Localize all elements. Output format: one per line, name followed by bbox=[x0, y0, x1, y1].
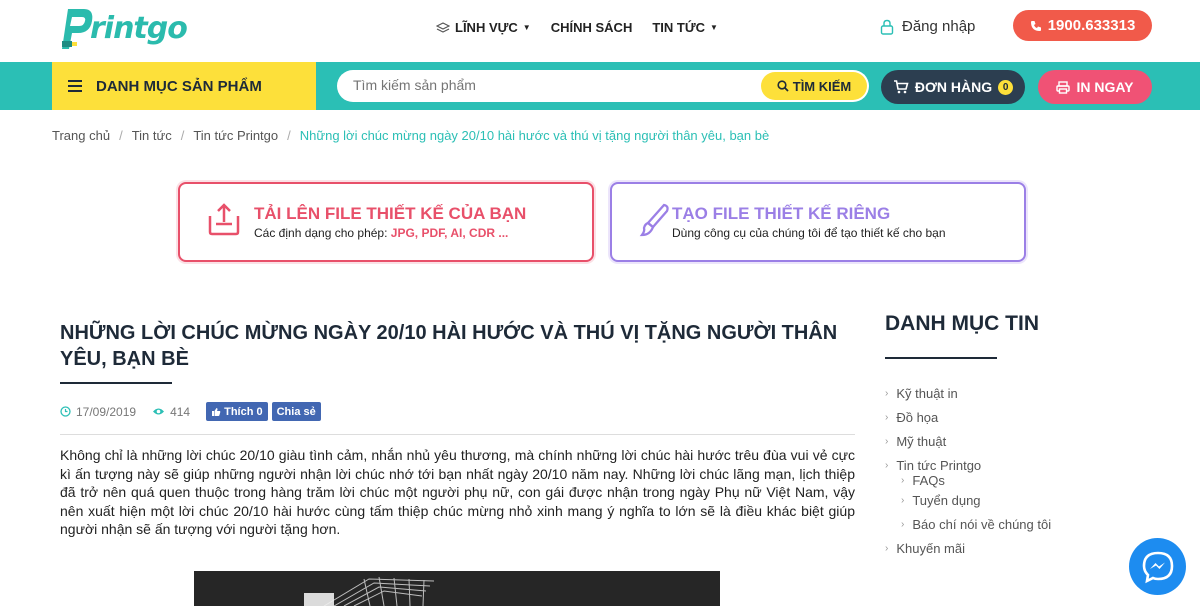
news-category-list: › Kỹ thuật in › Đồ họa › Mỹ thuật › Tin tức … bbox=[885, 381, 1051, 560]
sidebar-title-underline bbox=[885, 357, 997, 359]
create-design-subtitle: Dùng công cụ của chúng tôi để tạo thiết … bbox=[672, 226, 946, 240]
breadcrumb-current: Những lời chúc mừng ngày 20/10 hài hước … bbox=[299, 128, 770, 143]
create-design-title: TẠO FILE THIẾT KẾ RIÊNG bbox=[672, 204, 891, 223]
search-button-label: TÌM KIẾM bbox=[792, 78, 852, 94]
search-input[interactable] bbox=[353, 77, 753, 93]
sidebar-item-label: Tin tức Printgo bbox=[896, 457, 982, 473]
search-bar: TÌM KIẾM bbox=[337, 70, 869, 102]
login-link[interactable]: Đăng nhập bbox=[880, 18, 975, 35]
sidebar-title: DANH MỤC TIN bbox=[885, 312, 1039, 335]
search-button[interactable]: TÌM KIẾM bbox=[761, 72, 867, 100]
nav-label: TIN TỨC bbox=[652, 20, 706, 35]
breadcrumb-separator: / bbox=[287, 128, 291, 143]
sidebar-item-label: Kỹ thuật in bbox=[896, 385, 958, 401]
sidebar-item-ky-thuat-in[interactable]: › Kỹ thuật in bbox=[885, 381, 1051, 405]
breadcrumb-printgo-news[interactable]: Tin tức Printgo bbox=[193, 128, 278, 143]
breadcrumb-separator: / bbox=[119, 128, 123, 143]
orders-button[interactable]: ĐƠN HÀNG 0 bbox=[881, 70, 1025, 104]
cart-icon bbox=[893, 80, 909, 94]
upload-design-title: TẢI LÊN FILE THIẾT KẾ CỦA BẠN bbox=[254, 204, 527, 223]
article-date: 17/09/2019 bbox=[60, 405, 136, 419]
upload-formats: JPG, PDF, AI, CDR ... bbox=[390, 226, 509, 240]
article-views-count: 414 bbox=[170, 404, 191, 419]
nav-chinh-sach[interactable]: CHÍNH SÁCH bbox=[551, 20, 633, 35]
sidebar-item-label: Khuyến mãi bbox=[896, 540, 965, 556]
sidebar-item-bao-chi[interactable]: › Báo chí nói về chúng tôi bbox=[885, 513, 1051, 537]
sidebar-item-tuyen-dung[interactable]: › Tuyển dụng bbox=[885, 489, 1051, 513]
search-icon bbox=[777, 80, 789, 92]
hotline-number: 1900.633313 bbox=[1047, 17, 1136, 34]
phone-icon bbox=[1030, 20, 1041, 31]
nav-label: CHÍNH SÁCH bbox=[550, 20, 633, 35]
messenger-chat-button[interactable] bbox=[1129, 538, 1186, 595]
breadcrumb-separator: / bbox=[180, 128, 185, 143]
upload-design-card[interactable]: TẢI LÊN FILE THIẾT KẾ CỦA BẠN Các định d… bbox=[178, 182, 594, 262]
article-meta: 17/09/2019 414 Thích 0 Chia sẻ bbox=[60, 402, 321, 421]
nav-label: LĨNH VỰC bbox=[455, 20, 518, 35]
sidebar-item-label: Tuyển dụng bbox=[912, 493, 981, 509]
sidebar-item-do-hoa[interactable]: › Đồ họa bbox=[885, 405, 1051, 429]
printer-icon bbox=[1056, 80, 1071, 94]
breadcrumb-home[interactable]: Trang chủ bbox=[52, 128, 110, 143]
sidebar-item-label: Báo chí nói về chúng tôi bbox=[912, 516, 1052, 532]
breadcrumb: Trang chủ / Tin tức / Tin tức Printgo / … bbox=[52, 128, 769, 143]
lock-icon bbox=[880, 19, 894, 35]
article-image bbox=[194, 571, 720, 606]
chevron-right-icon: › bbox=[901, 518, 905, 530]
upload-design-subtitle: Các định dạng cho phép: JPG, PDF, AI, CD… bbox=[254, 226, 508, 240]
facebook-like-label: Thích 0 bbox=[224, 405, 263, 418]
create-design-card[interactable]: TẠO FILE THIẾT KẾ RIÊNG Dùng công cụ của… bbox=[610, 182, 1026, 262]
article-views: 414 bbox=[152, 405, 190, 419]
chevron-right-icon: › bbox=[885, 387, 889, 399]
brush-icon bbox=[639, 203, 669, 237]
chevron-right-icon: › bbox=[901, 474, 905, 486]
chevron-right-icon: › bbox=[885, 459, 889, 471]
article-divider bbox=[60, 434, 855, 435]
print-now-button[interactable]: IN NGAY bbox=[1038, 70, 1152, 104]
clock-icon bbox=[60, 406, 71, 417]
top-navigation: LĨNH VỰC ▼ CHÍNH SÁCH TIN TỨC ▼ bbox=[436, 20, 718, 35]
facebook-buttons: Thích 0 Chia sẻ bbox=[206, 402, 321, 421]
hotline-button[interactable]: 1900.633313 bbox=[1013, 10, 1152, 41]
chevron-right-icon: › bbox=[901, 495, 905, 507]
logo-text: rintgo bbox=[90, 10, 188, 46]
facebook-share-label: Chia sẻ bbox=[276, 405, 316, 418]
login-label: Đăng nhập bbox=[902, 18, 976, 35]
layers-icon bbox=[436, 21, 450, 33]
printgo-logo[interactable]: rintgo bbox=[60, 4, 188, 52]
article-body: Không chỉ là những lời chúc 20/10 giàu t… bbox=[60, 447, 855, 537]
facebook-like-button[interactable]: Thích 0 bbox=[206, 402, 268, 421]
orders-count-badge: 0 bbox=[998, 79, 1014, 95]
eye-icon bbox=[153, 408, 165, 415]
chevron-down-icon: ▼ bbox=[522, 23, 531, 32]
orders-label: ĐƠN HÀNG bbox=[914, 79, 993, 95]
sidebar-item-label: Mỹ thuật bbox=[896, 433, 947, 449]
article-title: NHỮNG LỜI CHÚC MỪNG NGÀY 20/10 HÀI HƯỚC … bbox=[60, 322, 838, 370]
chevron-right-icon: › bbox=[885, 542, 889, 554]
article-date-text: 17/09/2019 bbox=[76, 404, 137, 419]
sidebar-item-my-thuat[interactable]: › Mỹ thuật bbox=[885, 429, 1051, 453]
title-underline bbox=[60, 382, 172, 384]
article-photo bbox=[194, 571, 720, 606]
print-now-label: IN NGAY bbox=[1076, 79, 1134, 95]
chevron-right-icon: › bbox=[885, 411, 889, 423]
nav-tin-tuc[interactable]: TIN TỨC ▼ bbox=[652, 20, 718, 35]
top-header: rintgo LĨNH VỰC ▼ CHÍNH SÁCH TIN TỨC ▼ Đ… bbox=[0, 0, 1200, 62]
product-category-button[interactable]: DANH MỤC SẢN PHẨM bbox=[52, 62, 316, 110]
sidebar-item-label: Đồ họa bbox=[896, 409, 939, 425]
upload-formats-prefix: Các định dạng cho phép: bbox=[254, 226, 391, 240]
sidebar-item-khuyen-mai[interactable]: › Khuyến mãi bbox=[885, 536, 1051, 560]
facebook-share-button[interactable]: Chia sẻ bbox=[271, 402, 321, 421]
sidebar-item-label: FAQs bbox=[912, 472, 945, 488]
upload-icon bbox=[208, 203, 240, 236]
chevron-down-icon: ▼ bbox=[710, 23, 718, 32]
messenger-icon bbox=[1142, 551, 1173, 583]
chevron-right-icon: › bbox=[885, 435, 889, 447]
sidebar-item-faqs[interactable]: › FAQs bbox=[885, 471, 1051, 489]
product-category-label: DANH MỤC SẢN PHẨM bbox=[96, 77, 262, 95]
hamburger-icon bbox=[68, 80, 82, 92]
thumbs-up-icon bbox=[212, 407, 221, 416]
breadcrumb-news[interactable]: Tin tức bbox=[132, 128, 172, 143]
nav-linh-vuc[interactable]: LĨNH VỰC ▼ bbox=[436, 20, 531, 35]
